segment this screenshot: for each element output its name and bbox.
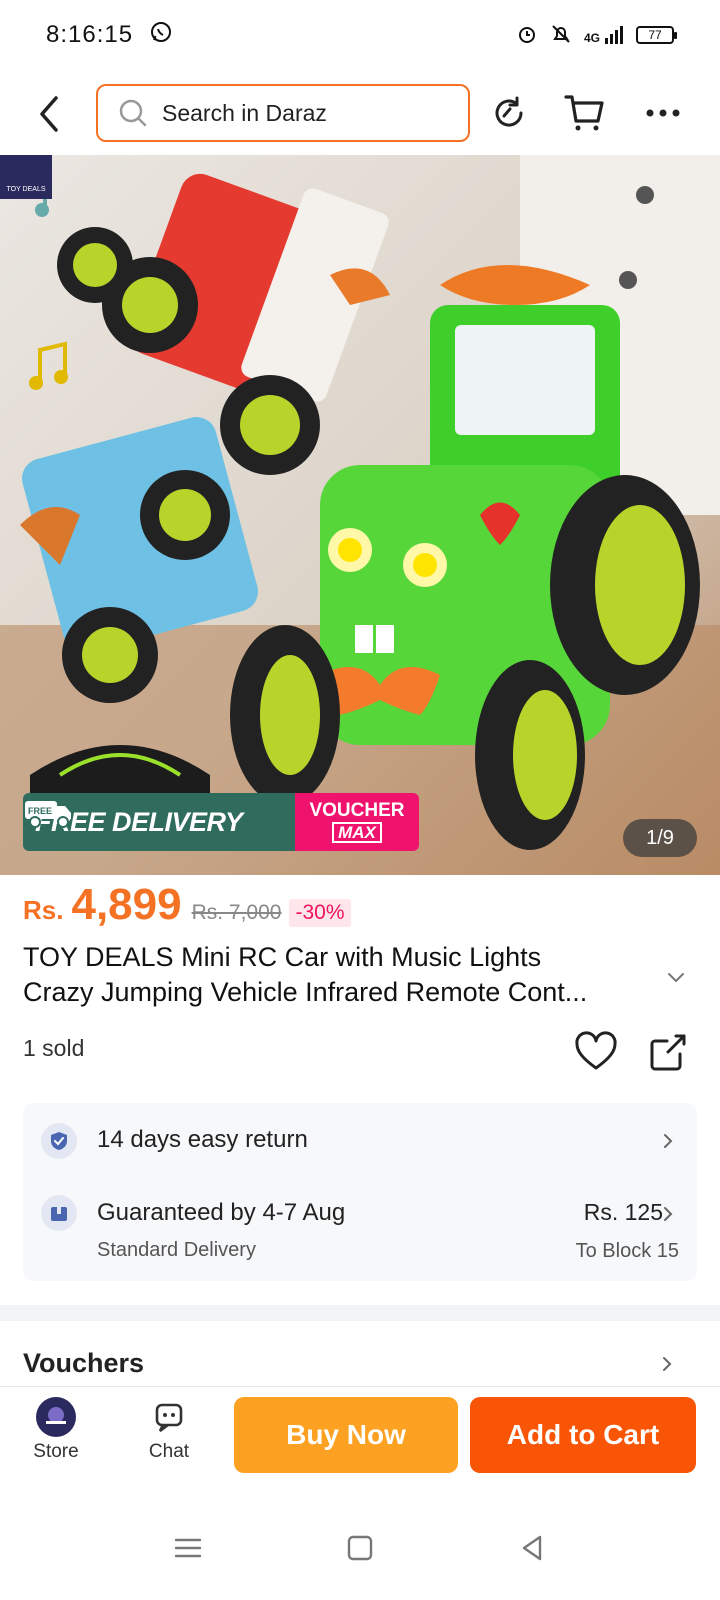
free-label: FREE (28, 806, 52, 816)
returns-text: 14 days easy return (97, 1126, 308, 1153)
more-icon (646, 109, 680, 117)
menu-icon[interactable] (172, 1532, 204, 1564)
original-price: Rs. 7,000 (191, 901, 282, 924)
mute-icon (550, 23, 572, 48)
status-time: 8:16:15 (46, 21, 134, 48)
product-image-gallery[interactable]: TOY DEALS FREE FREE DELIVERY VOUCHER MAX… (0, 155, 720, 875)
delivery-destination: To Block 15 (575, 1240, 679, 1262)
chevron-right-icon[interactable] (658, 1355, 676, 1373)
free-delivery-badge: FREE FREE DELIVERY (23, 793, 295, 851)
back-button[interactable] (24, 89, 74, 139)
add-to-cart-button[interactable]: Add to Cart (470, 1397, 696, 1473)
refresh-icon (495, 96, 523, 127)
voucher-max-badge: VOUCHER MAX (295, 793, 419, 851)
delivery-type: Standard Delivery (97, 1239, 256, 1261)
status-left: 8:16:15 (46, 20, 173, 51)
returns-row[interactable]: 14 days easy return (23, 1123, 697, 1159)
section-divider (0, 1305, 720, 1321)
back-nav-icon[interactable] (516, 1532, 548, 1564)
cart-icon (564, 95, 604, 131)
store-button[interactable]: Store (21, 1397, 91, 1463)
price-currency: Rs. (23, 895, 64, 925)
store-logo-icon (36, 1397, 76, 1437)
refresh-button[interactable] (486, 90, 532, 136)
delivery-fee: Rs. 125 (583, 1199, 663, 1225)
battery-level: 77 (648, 28, 662, 42)
delivery-row[interactable]: Guaranteed by 4-7 Aug Standard Delivery … (23, 1195, 697, 1275)
search-placeholder: Search in Daraz (162, 99, 327, 126)
header: Search in Daraz (0, 78, 720, 150)
chat-button[interactable]: Chat (134, 1397, 204, 1463)
cart-button[interactable] (562, 90, 608, 136)
home-icon[interactable] (344, 1532, 376, 1564)
delivery-service-card: 14 days easy return Guaranteed by 4-7 Au… (23, 1103, 697, 1281)
guarantee-text: Guaranteed by 4-7 Aug (97, 1199, 346, 1226)
store-label: Store (33, 1441, 79, 1462)
promo-banner: FREE FREE DELIVERY VOUCHER MAX (23, 793, 419, 851)
signal-icon: 4G (584, 25, 624, 45)
chevron-down-icon[interactable] (664, 965, 688, 989)
buy-now-button[interactable]: Buy Now (234, 1397, 458, 1473)
back-arrow-icon (40, 96, 58, 132)
price-value: 4,899 (71, 880, 182, 929)
product-title-line-2: Crazy Jumping Vehicle Infrared Remote Co… (23, 977, 588, 1007)
chat-icon (155, 1403, 183, 1433)
image-counter: 1/9 (623, 819, 697, 857)
product-title[interactable]: TOY DEALS Mini RC Car with Music Lights … (23, 940, 663, 1010)
vouchers-title[interactable]: Vouchers (23, 1348, 144, 1379)
status-right: 4G 77 (516, 23, 677, 48)
chevron-right-icon (664, 1134, 673, 1148)
max-text: MAX (332, 822, 382, 843)
search-input[interactable]: Search in Daraz (96, 84, 470, 142)
heart-icon[interactable] (574, 1030, 618, 1074)
alarm-icon (516, 23, 538, 48)
shield-check-icon (41, 1123, 77, 1159)
voucher-text: VOUCHER (309, 800, 405, 821)
more-button[interactable] (640, 90, 686, 136)
brand-tag: TOY DEALS (0, 155, 52, 199)
discount-badge: -30% (289, 899, 351, 927)
sold-count: 1 sold (23, 1035, 85, 1061)
product-title-line-1: TOY DEALS Mini RC Car with Music Lights (23, 942, 542, 972)
delivery-box-icon (41, 1195, 77, 1231)
system-nav-bar (0, 1500, 720, 1600)
network-label: 4G (583, 31, 600, 45)
chevron-right-icon (664, 1207, 673, 1221)
bottom-action-bar: Store Chat Buy Now Add to Cart (0, 1386, 720, 1482)
battery-icon: 77 (636, 26, 677, 44)
price-row: Rs. 4,899 Rs. 7,000 -30% (23, 880, 351, 940)
share-icon[interactable] (646, 1030, 690, 1074)
status-bar: 8:16:15 4G 77 (0, 0, 720, 70)
truck-icon: FREE (25, 801, 71, 828)
search-icon (119, 99, 147, 127)
whatsapp-icon (149, 20, 173, 51)
chat-label: Chat (148, 1441, 190, 1462)
product-image (0, 155, 720, 875)
